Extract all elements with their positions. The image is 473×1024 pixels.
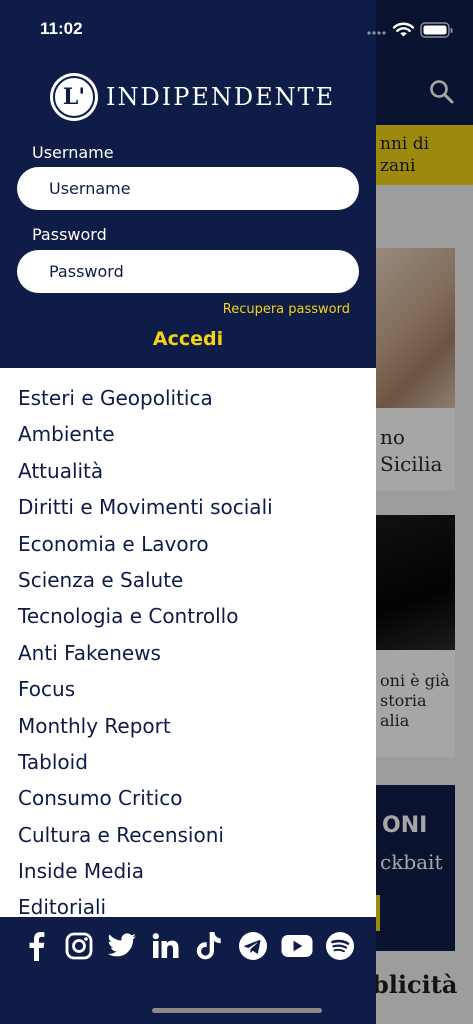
home-indicator[interactable]: [152, 1008, 322, 1013]
tiktok-icon[interactable]: [192, 929, 226, 963]
menu-item-esteri-geopolitica[interactable]: Esteri e Geopolitica: [0, 380, 376, 416]
recover-password-link[interactable]: Recupera password: [223, 302, 350, 317]
menu-item-economia-lavoro[interactable]: Economia e Lavoro: [0, 526, 376, 562]
wifi-icon: [392, 22, 415, 37]
navigation-drawer: L' INDIPENDENTE Username Password Recupe…: [0, 0, 376, 1024]
drawer-login-panel: L' INDIPENDENTE Username Password Recupe…: [0, 0, 376, 368]
password-field[interactable]: [17, 250, 359, 293]
menu-item-focus[interactable]: Focus: [0, 671, 376, 707]
status-icons: [366, 20, 456, 40]
signal-icon: [367, 31, 386, 35]
facebook-icon[interactable]: [19, 929, 53, 963]
menu-item-ambiente[interactable]: Ambiente: [0, 416, 376, 452]
login-button[interactable]: Accedi: [0, 328, 376, 350]
status-time: 11:02: [40, 19, 83, 38]
menu-item-monthly-report[interactable]: Monthly Report: [0, 708, 376, 744]
drawer-scrim[interactable]: [376, 0, 473, 1024]
battery-icon: [420, 22, 453, 38]
spotify-icon[interactable]: [323, 929, 357, 963]
brand-logo-mark-text: L': [53, 76, 95, 118]
menu-item-tecnologia-controllo[interactable]: Tecnologia e Controllo: [0, 598, 376, 634]
username-field[interactable]: [17, 167, 359, 210]
menu-item-anti-fakenews[interactable]: Anti Fakenews: [0, 635, 376, 671]
menu-item-editoriali[interactable]: Editoriali: [0, 889, 376, 917]
brand-logo: L' INDIPENDENTE: [50, 72, 335, 122]
brand-logo-mark: L': [50, 73, 98, 121]
telegram-icon[interactable]: [236, 929, 270, 963]
menu-item-inside-media[interactable]: Inside Media: [0, 853, 376, 889]
linkedin-icon[interactable]: [148, 929, 182, 963]
menu-item-consumo-critico[interactable]: Consumo Critico: [0, 780, 376, 816]
twitter-icon[interactable]: [105, 929, 139, 963]
password-label: Password: [32, 225, 107, 244]
menu-item-scienza-salute[interactable]: Scienza e Salute: [0, 562, 376, 598]
menu-item-diritti-movimenti[interactable]: Diritti e Movimenti sociali: [0, 489, 376, 525]
instagram-icon[interactable]: [62, 929, 96, 963]
brand-logo-text: INDIPENDENTE: [106, 83, 336, 111]
menu-item-attualita[interactable]: Attualità: [0, 453, 376, 489]
youtube-icon[interactable]: [280, 929, 314, 963]
username-label: Username: [32, 143, 114, 162]
menu-item-cultura-recensioni[interactable]: Cultura e Recensioni: [0, 817, 376, 853]
category-menu: Esteri e Geopolitica Ambiente Attualità …: [0, 380, 376, 917]
menu-item-tabloid[interactable]: Tabloid: [0, 744, 376, 780]
